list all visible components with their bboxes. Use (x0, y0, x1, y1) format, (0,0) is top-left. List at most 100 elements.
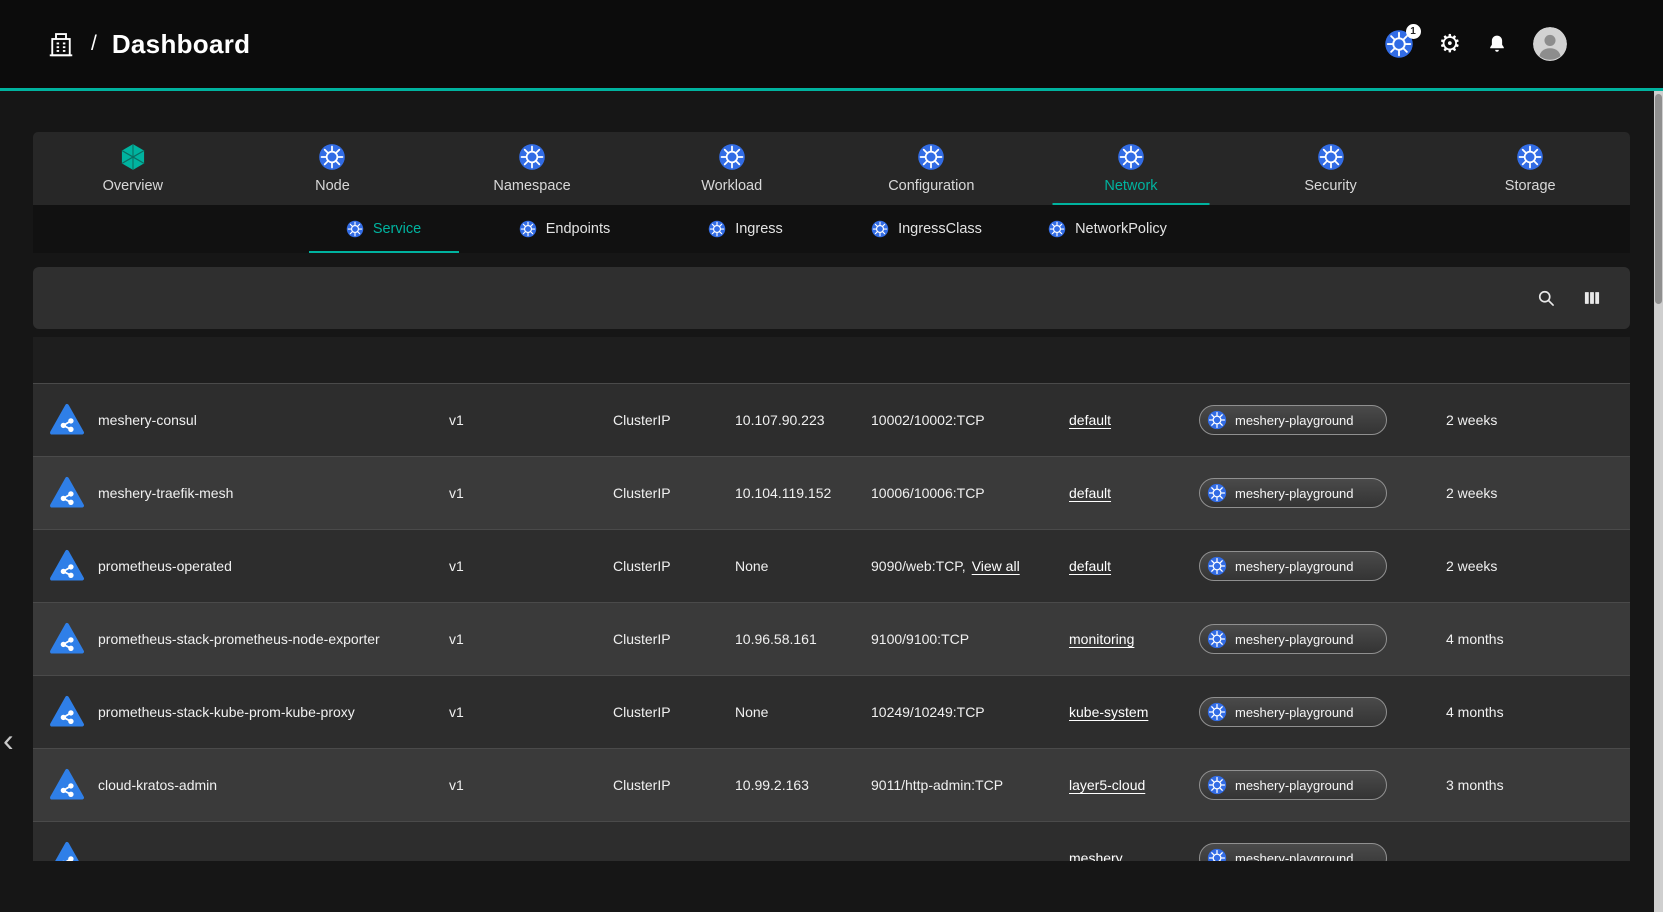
breadcrumb-separator: / (91, 32, 97, 56)
namespace-cell: monitoring (1069, 631, 1199, 647)
cluster-chip[interactable]: meshery-playground (1199, 770, 1387, 800)
sub-tab-service[interactable]: Service (293, 205, 474, 253)
kubernetes-context-button[interactable]: 1 (1384, 29, 1414, 59)
main-tab-storage[interactable]: Storage (1430, 132, 1630, 205)
main-tab-overview[interactable]: Overview (33, 132, 233, 205)
table-row[interactable]: cloud-kratos-admin v1 ClusterIP 10.99.2.… (33, 748, 1630, 821)
sub-tab-ingress[interactable]: Ingress (655, 205, 836, 253)
service-type: ClusterIP (613, 631, 735, 647)
cluster-chip[interactable]: meshery-playground (1199, 697, 1387, 727)
sub-tab-label: IngressClass (898, 221, 982, 237)
kubernetes-icon (318, 143, 346, 171)
service-triangle-icon (49, 767, 85, 803)
kubernetes-icon (1207, 775, 1227, 795)
service-type: ClusterIP (613, 704, 735, 720)
namespace-link[interactable]: default (1069, 485, 1111, 501)
resource-tabs-card: Overview Node Namespace Workload Configu… (33, 132, 1630, 253)
ports-cell: 10249/10249:TCP (871, 704, 1069, 720)
sub-tab-networkpolicy[interactable]: NetworkPolicy (1017, 205, 1198, 253)
cluster-chip[interactable]: meshery-playground (1199, 624, 1387, 654)
page-scrollbar[interactable] (1654, 91, 1663, 912)
settings-gear-icon[interactable]: ⚙ (1439, 32, 1461, 57)
sub-tab-label: Service (373, 221, 421, 237)
kubernetes-icon (1207, 629, 1227, 649)
kubernetes-icon (518, 143, 546, 171)
age: 3 months (1446, 777, 1630, 793)
service-name: prometheus-stack-prometheus-node-exporte… (98, 631, 380, 647)
building-icon (46, 29, 76, 59)
collapse-drawer-chevron-icon[interactable]: ‹ (3, 724, 14, 756)
kubernetes-icon (1516, 143, 1544, 171)
name-cell: prometheus-stack-kube-prom-kube-proxy (49, 694, 449, 730)
sub-tab-endpoints[interactable]: Endpoints (474, 205, 655, 253)
age: 4 months (1446, 631, 1630, 647)
kubernetes-icon (1207, 848, 1227, 861)
cluster-chip[interactable]: meshery-playground (1199, 405, 1387, 435)
main-tab-label: Network (1104, 178, 1157, 194)
cluster-chip[interactable]: meshery-playground (1199, 478, 1387, 508)
table-header-row (33, 337, 1630, 383)
ports-cell: 9090/web:TCP, View all (871, 558, 1069, 574)
namespace-cell: default (1069, 558, 1199, 574)
cluster-name: meshery-playground (1235, 851, 1354, 862)
ports: 10002/10002:TCP (871, 412, 985, 428)
namespace-link[interactable]: kube-system (1069, 704, 1148, 720)
table-row[interactable]: prometheus-operated v1 ClusterIP None 90… (33, 529, 1630, 602)
cluster-cell: meshery-playground (1199, 697, 1446, 727)
cluster-chip[interactable]: meshery-playground (1199, 551, 1387, 581)
cluster-ip: 10.107.90.223 (735, 412, 871, 428)
table-row[interactable]: prometheus-stack-prometheus-node-exporte… (33, 602, 1630, 675)
kubernetes-icon (519, 220, 537, 238)
cluster-ip: 10.99.2.163 (735, 777, 871, 793)
cluster-name: meshery-playground (1235, 486, 1354, 501)
cluster-cell: meshery-playground (1199, 624, 1446, 654)
namespace-link[interactable]: meshery (1069, 850, 1123, 861)
main-tab-label: Namespace (493, 178, 570, 194)
service-name: meshery-consul (98, 412, 197, 428)
main-tab-label: Storage (1505, 178, 1556, 194)
api-version: v1 (449, 777, 613, 793)
main-tab-label: Security (1304, 178, 1356, 194)
main-tab-security[interactable]: Security (1231, 132, 1431, 205)
namespace-link[interactable]: layer5-cloud (1069, 777, 1145, 793)
namespace-cell: kube-system (1069, 704, 1199, 720)
kubernetes-icon (1317, 143, 1345, 171)
age: 2 weeks (1446, 485, 1630, 501)
main-content: Overview Node Namespace Workload Configu… (0, 132, 1663, 861)
search-icon[interactable] (1536, 288, 1556, 308)
sub-tab-ingressclass[interactable]: IngressClass (836, 205, 1017, 253)
cluster-ip: 10.104.119.152 (735, 485, 871, 501)
service-triangle-icon (49, 475, 85, 511)
meshery-icon (119, 143, 147, 171)
ports: 10006/10006:TCP (871, 485, 985, 501)
namespace-link[interactable]: default (1069, 558, 1111, 574)
table-row[interactable]: meshery-traefik-mesh v1 ClusterIP 10.104… (33, 456, 1630, 529)
kubernetes-icon (708, 220, 726, 238)
main-tab-configuration[interactable]: Configuration (832, 132, 1032, 205)
table-row[interactable]: prometheus-stack-kube-prom-kube-proxy v1… (33, 675, 1630, 748)
kubernetes-icon (871, 220, 889, 238)
context-count-badge: 1 (1406, 24, 1421, 39)
main-tab-node[interactable]: Node (233, 132, 433, 205)
service-name: meshery-traefik-mesh (98, 485, 233, 501)
notifications-bell-icon[interactable] (1486, 33, 1508, 55)
main-tab-workload[interactable]: Workload (632, 132, 832, 205)
cluster-name: meshery-playground (1235, 559, 1354, 574)
namespace-link[interactable]: monitoring (1069, 631, 1134, 647)
table-row[interactable]: meshery meshery-playground (33, 821, 1630, 861)
service-type: ClusterIP (613, 777, 735, 793)
main-tab-namespace[interactable]: Namespace (432, 132, 632, 205)
ports-view-all-link[interactable]: View all (972, 558, 1020, 574)
user-avatar[interactable] (1533, 27, 1567, 61)
kubernetes-icon (1207, 410, 1227, 430)
main-tab-label: Overview (103, 178, 163, 194)
namespace-cell: default (1069, 485, 1199, 501)
header-actions: 1 ⚙ (1384, 27, 1567, 61)
scrollbar-thumb[interactable] (1655, 94, 1662, 304)
table-row[interactable]: meshery-consul v1 ClusterIP 10.107.90.22… (33, 383, 1630, 456)
service-type: ClusterIP (613, 412, 735, 428)
namespace-link[interactable]: default (1069, 412, 1111, 428)
main-tab-network[interactable]: Network (1031, 132, 1231, 205)
cluster-chip[interactable]: meshery-playground (1199, 843, 1387, 861)
view-columns-icon[interactable] (1582, 288, 1602, 308)
